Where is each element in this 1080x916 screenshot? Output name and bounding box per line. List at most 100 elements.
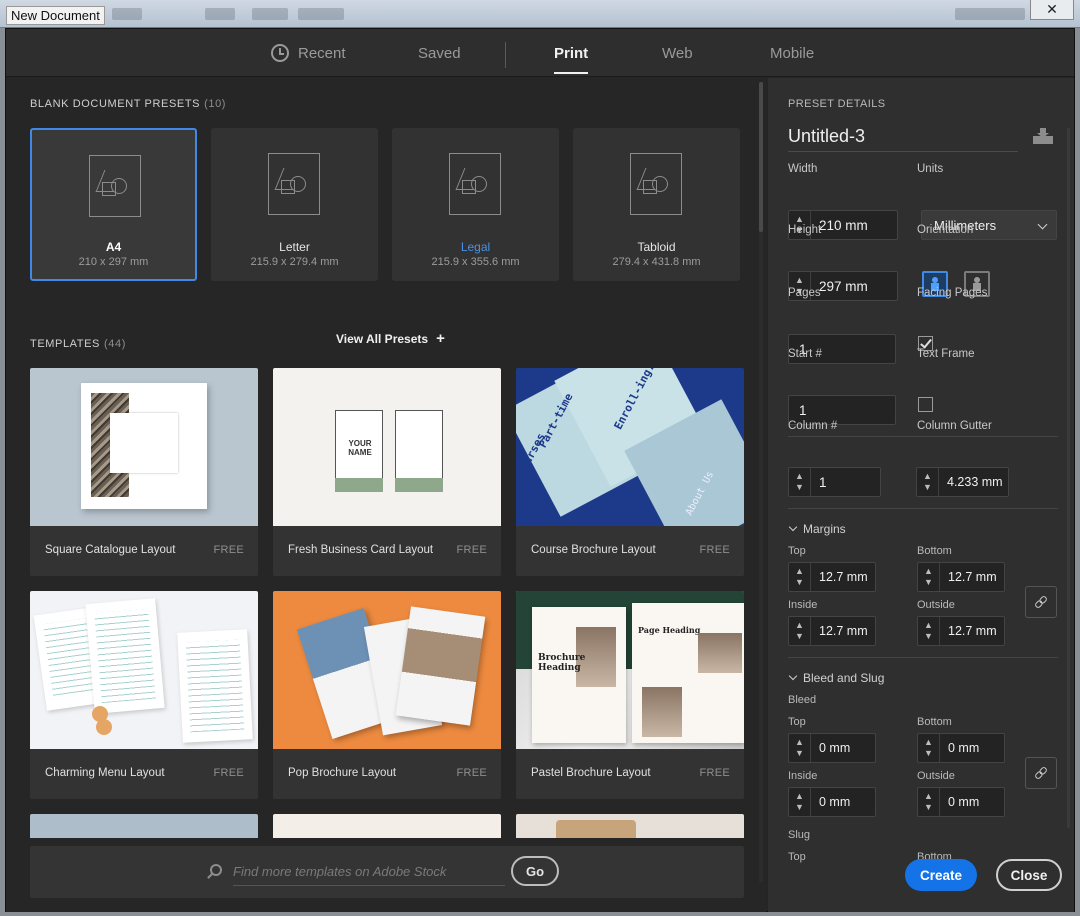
preset-name: Letter xyxy=(279,240,310,254)
stepper-arrows[interactable]: ▲ ▼ xyxy=(918,734,940,762)
stepper-arrows[interactable]: ▲ ▼ xyxy=(789,468,811,496)
columns-value[interactable]: 1 xyxy=(811,475,827,490)
chevron-up-icon[interactable]: ▲ xyxy=(924,737,933,748)
stepper-arrows[interactable]: ▲ ▼ xyxy=(789,734,811,762)
margin-bottom-stepper[interactable]: ▲ ▼ 12.7 mm xyxy=(917,562,1005,592)
margins-heading: Margins xyxy=(803,522,846,536)
bleed-slug-group-toggle[interactable]: Bleed and Slug xyxy=(788,671,885,685)
stepper-arrows[interactable]: ▲ ▼ xyxy=(789,788,811,816)
bleed-outside-label: Outside xyxy=(917,770,955,782)
chevron-up-icon[interactable]: ▲ xyxy=(924,791,933,802)
preset-a4[interactable]: A4 210 x 297 mm xyxy=(30,128,197,281)
chevron-up-icon[interactable]: ▲ xyxy=(924,566,933,577)
margin-bottom-value[interactable]: 12.7 mm xyxy=(940,570,997,584)
link-chain-icon xyxy=(1031,763,1051,783)
chevron-down-icon[interactable]: ▼ xyxy=(795,802,804,813)
bleed-outside-stepper[interactable]: ▲ ▼ 0 mm xyxy=(917,787,1005,817)
stepper-arrows[interactable]: ▲ ▼ xyxy=(917,468,939,496)
bleed-inside-stepper[interactable]: ▲ ▼ 0 mm xyxy=(788,787,876,817)
chevron-up-icon[interactable]: ▲ xyxy=(795,737,804,748)
tab-mobile[interactable]: Mobile xyxy=(770,45,814,62)
margin-inside-value[interactable]: 12.7 mm xyxy=(811,624,868,638)
template-fresh-business-card[interactable]: YOUR NAME Fresh Business Card Layout FRE… xyxy=(273,368,501,576)
template-thumbnail-partial[interactable] xyxy=(30,814,258,838)
template-thumbnail: Enroll-ing: Part-time courses About Us xyxy=(516,368,744,526)
stepper-arrows[interactable]: ▲ ▼ xyxy=(918,563,940,591)
view-all-presets-button[interactable]: View All Presets + xyxy=(336,330,445,347)
chevron-down-icon[interactable]: ▼ xyxy=(795,482,804,493)
chevron-down-icon[interactable]: ▼ xyxy=(924,748,933,759)
template-price: FREE xyxy=(213,544,244,556)
chevron-up-icon[interactable]: ▲ xyxy=(795,471,804,482)
link-bleed-button[interactable] xyxy=(1025,757,1057,789)
template-thumbnail-partial[interactable] xyxy=(273,814,501,838)
stepper-arrows[interactable]: ▲ ▼ xyxy=(918,617,940,645)
bleed-bottom-value[interactable]: 0 mm xyxy=(940,741,979,755)
template-name: Square Catalogue Layout xyxy=(45,544,176,556)
tab-web[interactable]: Web xyxy=(662,45,693,62)
tab-separator xyxy=(505,42,506,68)
margin-inside-stepper[interactable]: ▲ ▼ 12.7 mm xyxy=(788,616,876,646)
margin-top-value[interactable]: 12.7 mm xyxy=(811,570,868,584)
bleed-top-stepper[interactable]: ▲ ▼ 0 mm xyxy=(788,733,876,763)
stepper-arrows[interactable]: ▲ ▼ xyxy=(918,788,940,816)
bleed-inside-label: Inside xyxy=(788,770,818,782)
thumb-text: Brochure Heading xyxy=(538,653,586,673)
bleed-outside-value[interactable]: 0 mm xyxy=(940,795,979,809)
stepper-arrows[interactable]: ▲ ▼ xyxy=(789,617,811,645)
bleed-slug-heading: Bleed and Slug xyxy=(803,671,885,685)
margin-top-stepper[interactable]: ▲ ▼ 12.7 mm xyxy=(788,562,876,592)
column-gutter-value[interactable]: 4.233 mm xyxy=(939,475,1003,489)
template-course-brochure[interactable]: Enroll-ing: Part-time courses About Us C… xyxy=(516,368,744,576)
template-pastel-brochure[interactable]: Brochure Heading Page Heading Pastel Bro… xyxy=(516,591,744,799)
template-thumbnail xyxy=(30,591,258,749)
chevron-down-icon[interactable]: ▼ xyxy=(924,802,933,813)
margins-group-toggle[interactable]: Margins xyxy=(788,522,846,536)
margin-bottom-label: Bottom xyxy=(917,545,952,557)
chevron-down-icon xyxy=(1037,219,1048,230)
chevron-up-icon[interactable]: ▲ xyxy=(795,791,804,802)
text-frame-checkbox[interactable] xyxy=(918,397,933,412)
chevron-down-icon[interactable]: ▼ xyxy=(923,482,932,493)
preset-tabloid[interactable]: Tabloid 279.4 x 431.8 mm xyxy=(573,128,740,281)
go-button[interactable]: Go xyxy=(511,856,559,886)
chevron-down-icon[interactable]: ▼ xyxy=(924,577,933,588)
divider xyxy=(788,508,1058,509)
preset-letter[interactable]: Letter 215.9 x 279.4 mm xyxy=(211,128,378,281)
window-close-button[interactable]: ✕ xyxy=(1030,0,1074,20)
chevron-down-icon[interactable]: ▼ xyxy=(795,631,804,642)
chevron-up-icon[interactable]: ▲ xyxy=(923,471,932,482)
chevron-up-icon[interactable]: ▲ xyxy=(795,566,804,577)
save-preset-icon[interactable] xyxy=(1032,128,1054,144)
chevron-up-icon[interactable]: ▲ xyxy=(795,620,804,631)
column-gutter-stepper[interactable]: ▲ ▼ 4.233 mm xyxy=(916,467,1009,497)
details-scrollbar[interactable] xyxy=(1067,128,1070,828)
chevron-up-icon[interactable]: ▲ xyxy=(795,275,804,286)
template-pop-brochure[interactable]: Pop Brochure Layout FREE xyxy=(273,591,501,799)
margin-outside-value[interactable]: 12.7 mm xyxy=(940,624,997,638)
templates-scrollbar[interactable] xyxy=(759,82,763,882)
template-square-catalogue[interactable]: Square Catalogue Layout FREE xyxy=(30,368,258,576)
tab-recent[interactable]: Recent xyxy=(298,45,346,62)
template-charming-menu[interactable]: Charming Menu Layout FREE xyxy=(30,591,258,799)
document-name-field[interactable]: Untitled-3 xyxy=(788,122,1018,152)
tab-print[interactable]: Print xyxy=(554,45,589,74)
tab-saved[interactable]: Saved xyxy=(418,45,461,62)
bleed-bottom-stepper[interactable]: ▲ ▼ 0 mm xyxy=(917,733,1005,763)
link-margins-button[interactable] xyxy=(1025,586,1057,618)
stepper-arrows[interactable]: ▲ ▼ xyxy=(789,563,811,591)
chevron-down-icon[interactable]: ▼ xyxy=(924,631,933,642)
preset-legal[interactable]: Legal 215.9 x 355.6 mm xyxy=(392,128,559,281)
chevron-up-icon[interactable]: ▲ xyxy=(924,620,933,631)
close-button[interactable]: Close xyxy=(996,859,1062,891)
bleed-inside-value[interactable]: 0 mm xyxy=(811,795,850,809)
stock-search-input[interactable] xyxy=(233,858,505,886)
create-button[interactable]: Create xyxy=(905,859,977,891)
chevron-down-icon[interactable]: ▼ xyxy=(795,577,804,588)
columns-stepper[interactable]: ▲ ▼ 1 xyxy=(788,467,881,497)
chevron-down-icon[interactable]: ▼ xyxy=(795,748,804,759)
template-thumbnail-partial[interactable] xyxy=(516,814,744,838)
bleed-top-value[interactable]: 0 mm xyxy=(811,741,850,755)
margin-outside-stepper[interactable]: ▲ ▼ 12.7 mm xyxy=(917,616,1005,646)
preset-name: A4 xyxy=(105,240,122,254)
